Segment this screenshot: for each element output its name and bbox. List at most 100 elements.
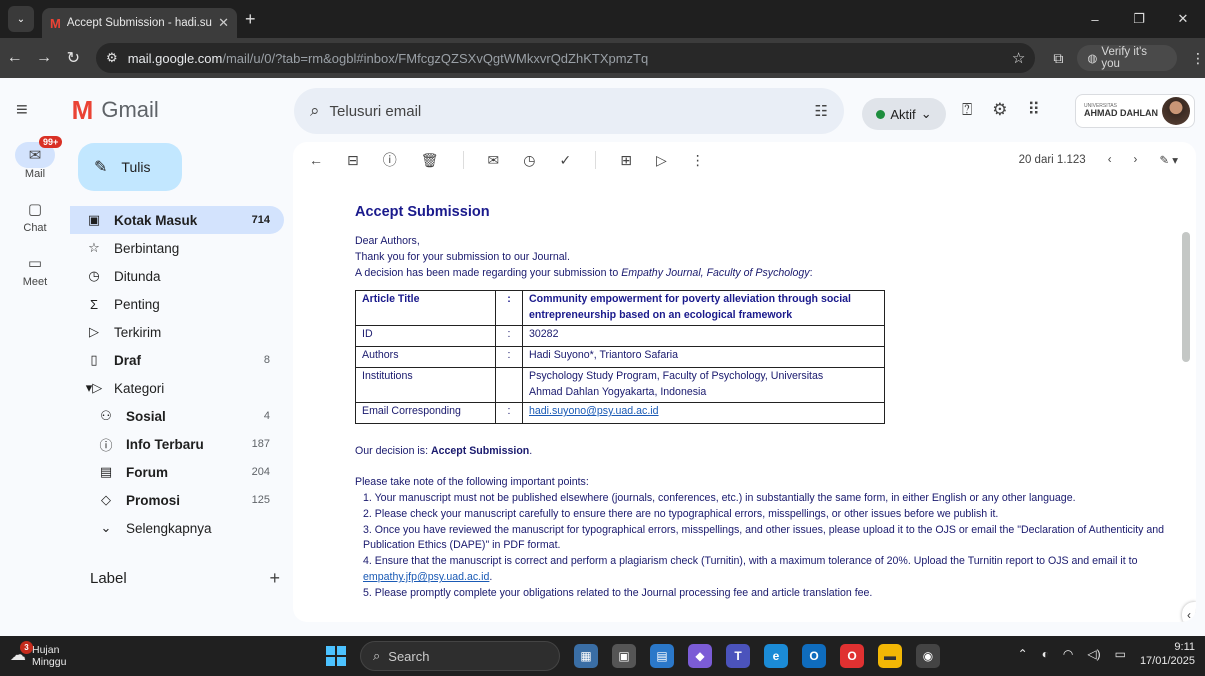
- sidebar-item-ditunda[interactable]: ◷ Ditunda: [70, 262, 284, 290]
- toolbar-divider: [462, 151, 464, 169]
- org-logo: UNIVERSITAS AHMAD DAHLAN: [1084, 103, 1158, 118]
- label-icon[interactable]: ▷: [656, 152, 667, 169]
- sidebar-item-promosi[interactable]: ◇ Promosi 125: [70, 486, 284, 514]
- windows-start-icon[interactable]: [326, 646, 346, 666]
- add-task-icon[interactable]: ✓: [559, 152, 571, 169]
- gmail-logo[interactable]: M Gmail: [72, 95, 159, 126]
- search-options-icon[interactable]: ☷: [815, 102, 828, 120]
- sidebar-item-label: Selengkapnya: [126, 520, 212, 536]
- search-input[interactable]: Telusuri email: [330, 103, 422, 120]
- sidebar-item-berbintang[interactable]: ☆ Berbintang: [70, 234, 284, 262]
- reload-icon[interactable]: ↻: [59, 48, 88, 68]
- widgets-app-icon[interactable]: ▦: [574, 644, 598, 668]
- taskbar: ☁ 3 Hujan Minggu ⌕ Search ▦ ▣ ▤ ◆ T e O O …: [0, 636, 1205, 676]
- sidebar-item-info-terbaru[interactable]: ⓘ Info Terbaru 187: [70, 430, 284, 458]
- wifi-icon[interactable]: ◠: [1063, 647, 1073, 661]
- avatar[interactable]: [1162, 97, 1190, 125]
- gmail-favicon-icon: M: [50, 15, 61, 31]
- verify-button[interactable]: ◍ Verify it's you: [1077, 45, 1177, 71]
- browser-tab[interactable]: M Accept Submission - hadi.suyon ✕: [42, 8, 237, 38]
- report-spam-icon[interactable]: ⓘ: [383, 150, 397, 170]
- close-tab-icon[interactable]: ✕: [218, 15, 229, 31]
- email-pane: ← ⊟ ⓘ 🗑︎ ✉ ◷ ✓ ⊞ ▷ ⋮ 20 dari 1.123 ‹ › ✎…: [293, 142, 1196, 622]
- sidebar-item-penting[interactable]: Σ Penting: [70, 290, 284, 318]
- sidebar-item-kotak-masuk[interactable]: ▣ Kotak Masuk 714: [70, 206, 284, 234]
- side-panel-toggle-icon[interactable]: ‹: [1182, 602, 1196, 622]
- clock[interactable]: 9:11 17/01/2025: [1140, 640, 1195, 669]
- rail-mail[interactable]: ✉ 99+ Mail: [0, 136, 70, 180]
- mark-unread-icon[interactable]: ✉: [488, 152, 500, 169]
- account-chip[interactable]: UNIVERSITAS AHMAD DAHLAN: [1075, 94, 1195, 128]
- sidebar-item-forum[interactable]: ▤ Forum 204: [70, 458, 284, 486]
- opera-icon[interactable]: O: [840, 644, 864, 668]
- move-to-icon[interactable]: ⊞: [620, 152, 632, 169]
- search-icon: ⌕: [373, 648, 381, 663]
- close-window-icon[interactable]: ✕: [1161, 11, 1205, 27]
- sidebar-item-count: 714: [251, 214, 270, 226]
- sidebar-item-kategori[interactable]: ▾▷ Kategori: [70, 374, 284, 402]
- bookmark-star-icon[interactable]: ☆: [1012, 49, 1025, 67]
- chevron-down-icon: ⌄: [920, 106, 932, 121]
- archive-icon[interactable]: ⊟: [347, 152, 359, 169]
- browser-menu-icon[interactable]: ⋮: [1191, 50, 1205, 67]
- tray-overflow-icon[interactable]: ⌃: [1018, 647, 1028, 661]
- rail-meet[interactable]: ▭ Meet: [0, 250, 70, 288]
- table-row: Institutions Psychology Study Program, F…: [355, 367, 885, 403]
- newer-icon[interactable]: ‹: [1108, 154, 1112, 166]
- extensions-icon[interactable]: ⧉: [1053, 50, 1063, 67]
- table-row: Article Title : Community empowerment fo…: [355, 290, 885, 327]
- volume-icon[interactable]: ◁): [1087, 647, 1100, 661]
- rail-chat[interactable]: ▢ Chat: [0, 196, 70, 234]
- minimize-icon[interactable]: –: [1073, 12, 1117, 27]
- outlook-icon[interactable]: O: [802, 644, 826, 668]
- forward-icon[interactable]: →: [29, 49, 58, 67]
- tab-search-button[interactable]: ⌄: [8, 6, 34, 32]
- copilot-icon[interactable]: ◐: [1042, 647, 1049, 661]
- older-icon[interactable]: ›: [1134, 154, 1138, 166]
- chrome-icon[interactable]: ◉: [916, 644, 940, 668]
- files-app-icon[interactable]: ▤: [650, 644, 674, 668]
- video-icon: ▭: [27, 255, 43, 272]
- taskbar-search[interactable]: ⌕ Search: [360, 641, 560, 671]
- sidebar-item-terkirim[interactable]: ▷ Terkirim: [70, 318, 284, 346]
- restore-icon[interactable]: ❐: [1117, 11, 1161, 27]
- apps-grid-icon[interactable]: ⠿: [1027, 100, 1039, 120]
- search-bar[interactable]: ⌕ Telusuri email ☷: [294, 88, 844, 134]
- weather-widget[interactable]: ☁ 3 Hujan Minggu: [10, 640, 66, 668]
- site-info-icon[interactable]: ⚙: [106, 50, 118, 66]
- battery-icon[interactable]: ▭: [1115, 647, 1126, 661]
- delete-icon[interactable]: 🗑︎: [421, 152, 439, 169]
- inbox-icon: ▣: [87, 212, 101, 227]
- new-tab-button[interactable]: +: [245, 9, 256, 30]
- teams-app-icon[interactable]: ◆: [688, 644, 712, 668]
- help-icon[interactable]: ⍰: [962, 100, 972, 120]
- teams-t-icon[interactable]: T: [726, 644, 750, 668]
- main-menu-icon[interactable]: ≡: [16, 99, 28, 122]
- more-icon[interactable]: ⋮: [691, 152, 705, 169]
- back-to-inbox-icon[interactable]: ←: [309, 152, 323, 168]
- scrollbar-thumb[interactable]: [1182, 232, 1190, 362]
- sidebar-item-draf[interactable]: ▯ Draf 8: [70, 346, 284, 374]
- list-item: 2. Please check your manuscript carefull…: [363, 507, 999, 520]
- clock-icon: ◷: [88, 268, 100, 283]
- sidebar-item-sosial[interactable]: ⚇ Sosial 4: [70, 402, 284, 430]
- snooze-icon[interactable]: ◷: [523, 152, 535, 169]
- settings-gear-icon[interactable]: ⚙: [992, 100, 1007, 120]
- sidebar-item-count: 125: [251, 494, 270, 506]
- status-button[interactable]: Aktif ⌄: [862, 98, 946, 130]
- search-icon[interactable]: ⌕: [310, 101, 320, 121]
- sidebar-item-selengkapnya[interactable]: ⌄ Selengkapnya: [70, 514, 284, 542]
- input-tools-icon[interactable]: ✎ ▾: [1159, 153, 1178, 167]
- people-icon: ⚇: [100, 408, 112, 423]
- sidebar-item-count: 4: [263, 410, 270, 422]
- add-label-icon[interactable]: +: [269, 568, 280, 589]
- sidebar-item-label: Terkirim: [114, 324, 162, 340]
- edge-icon[interactable]: e: [764, 644, 788, 668]
- task-view-icon[interactable]: ▣: [612, 644, 636, 668]
- compose-button[interactable]: ✎ Tulis: [78, 143, 182, 191]
- back-icon[interactable]: ←: [0, 49, 29, 67]
- url-field[interactable]: ⚙ mail.google.com/mail/u/0/?tab=rm&ogbl#…: [96, 43, 1036, 73]
- file-explorer-icon[interactable]: ▬: [878, 644, 902, 668]
- corresponding-email-link[interactable]: hadi.suyono@psy.uad.ac.id: [529, 405, 659, 417]
- journal-email-link[interactable]: empathy.jfp@psy.uad.ac.id: [363, 571, 489, 583]
